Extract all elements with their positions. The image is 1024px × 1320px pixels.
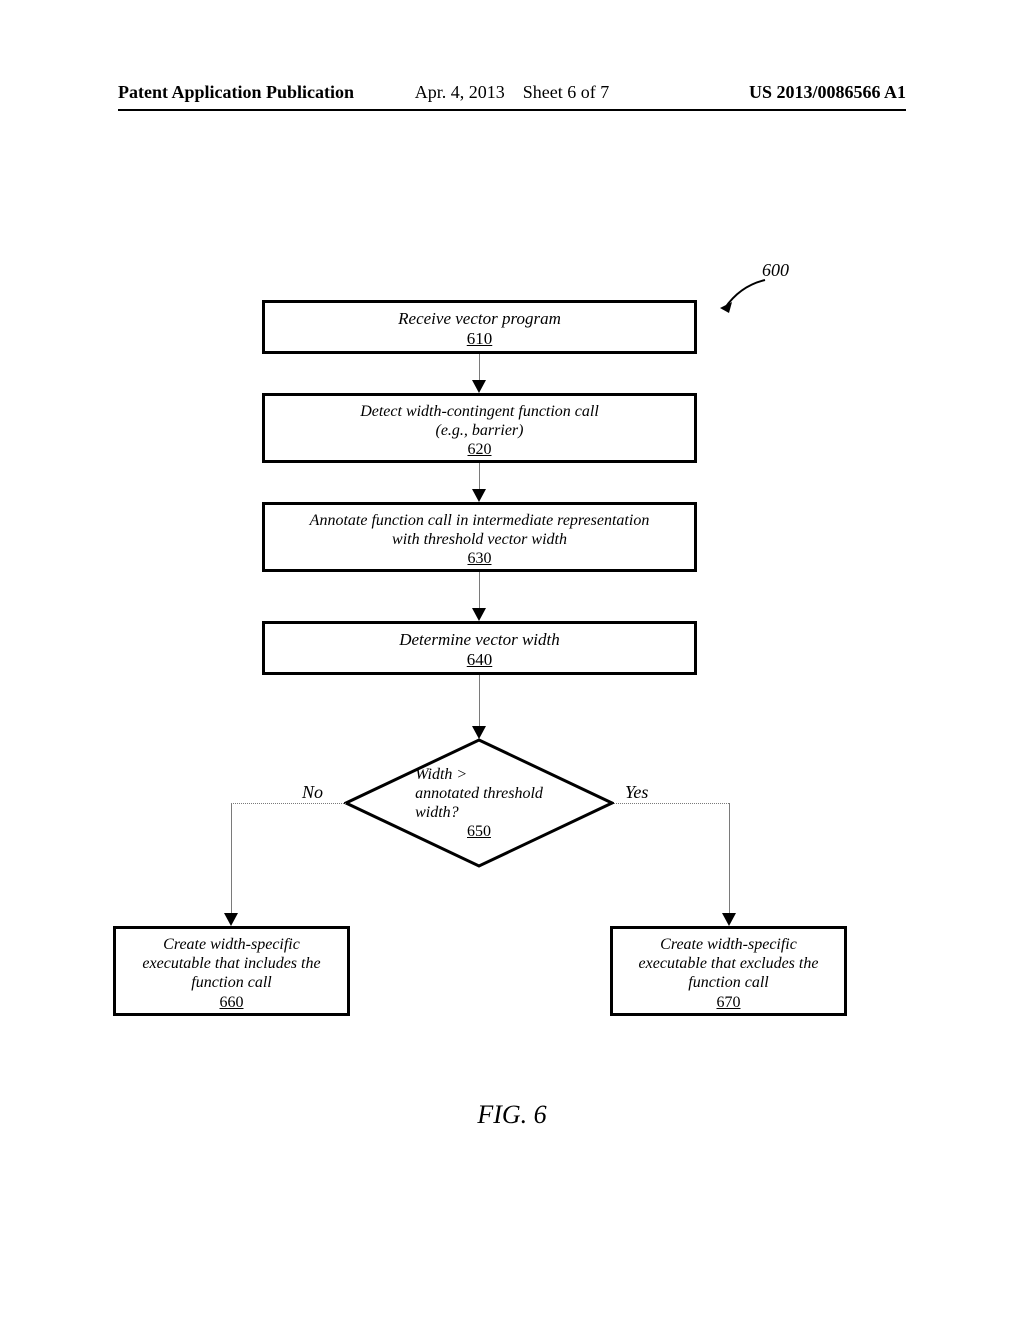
edge-label-no: No — [302, 782, 323, 803]
edge-650-660-v — [231, 803, 232, 917]
arrow-640-650 — [479, 675, 480, 730]
arrowhead-630-640 — [472, 608, 486, 621]
header-center: Apr. 4, 2013 Sheet 6 of 7 — [415, 82, 609, 103]
node-670-ref: 670 — [613, 993, 844, 1012]
arrowhead-610-620 — [472, 380, 486, 393]
patent-figure-page: Patent Application Publication Apr. 4, 2… — [0, 0, 1024, 1320]
header-rule — [118, 109, 906, 111]
node-640-ref: 640 — [265, 650, 694, 670]
edge-650-670-h — [614, 803, 729, 804]
edge-label-yes: Yes — [625, 782, 648, 803]
edge-650-670-v — [729, 803, 730, 917]
node-640-text: Determine vector width — [399, 630, 560, 649]
edge-650-660-h — [231, 803, 346, 804]
header-publication: Patent Application Publication — [118, 82, 354, 103]
node-660-ref: 660 — [116, 993, 347, 1012]
node-610: Receive vector program 610 — [262, 300, 697, 354]
node-610-text: Receive vector program — [398, 309, 561, 328]
arrow-630-640 — [479, 572, 480, 612]
node-620-text: Detect width-contingent function call(e.… — [360, 403, 599, 439]
node-670-text: Create width-specificexecutable that exc… — [639, 936, 819, 991]
node-630-text: Annotate function call in intermediate r… — [310, 512, 650, 548]
node-620: Detect width-contingent function call(e.… — [262, 393, 697, 463]
leader-curve — [720, 278, 775, 318]
node-650-text: Width >annotated thresholdwidth? — [415, 765, 543, 823]
node-650-ref: 650 — [467, 822, 491, 841]
header-sheet: Sheet 6 of 7 — [523, 82, 609, 102]
node-660: Create width-specificexecutable that inc… — [113, 926, 350, 1016]
node-630-ref: 630 — [265, 549, 694, 568]
header-date: Apr. 4, 2013 — [415, 82, 505, 102]
node-630: Annotate function call in intermediate r… — [262, 502, 697, 572]
arrowhead-650-670 — [722, 913, 736, 926]
node-640: Determine vector width 640 — [262, 621, 697, 675]
header-docnum: US 2013/0086566 A1 — [749, 82, 906, 103]
arrowhead-650-660 — [224, 913, 238, 926]
node-650: Width >annotated thresholdwidth? 650 — [344, 738, 614, 868]
node-670: Create width-specificexecutable that exc… — [610, 926, 847, 1016]
arrowhead-620-630 — [472, 489, 486, 502]
figure-caption: FIG. 6 — [0, 1100, 1024, 1130]
node-610-ref: 610 — [265, 329, 694, 349]
node-620-ref: 620 — [265, 440, 694, 459]
node-660-text: Create width-specificexecutable that inc… — [142, 936, 320, 991]
